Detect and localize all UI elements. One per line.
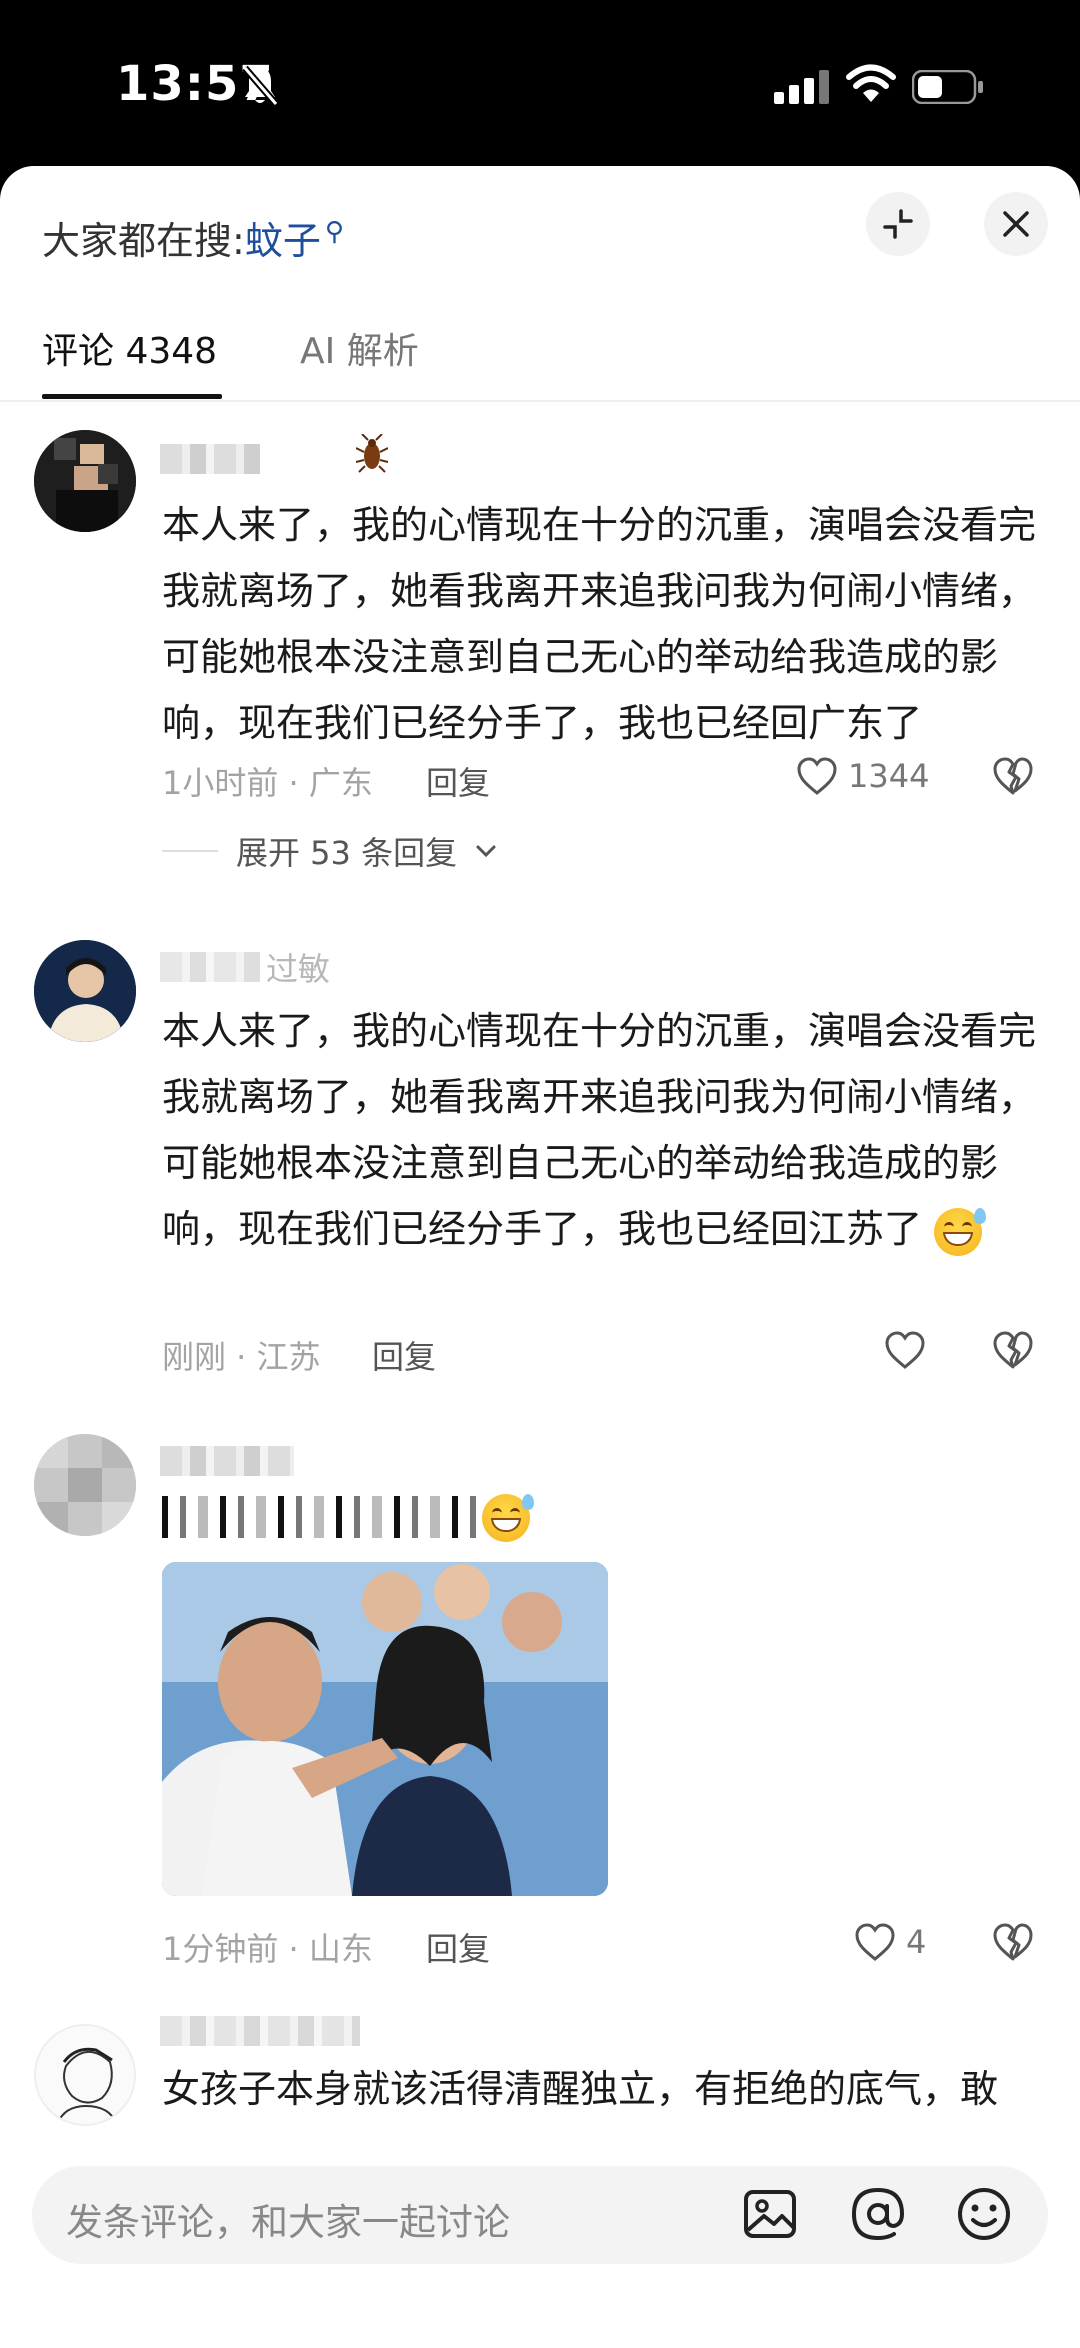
trending-search[interactable]: 大家都在搜:蚊子 ⚲	[42, 210, 344, 265]
comment-text: 本人来了，我的心情现在十分的沉重，演唱会没看完我就离场了，她看我离开来追我问我为…	[162, 998, 1042, 1262]
tab-divider	[0, 400, 1080, 402]
smiley-icon	[958, 2188, 1010, 2240]
image-icon	[744, 2190, 796, 2238]
reply-button[interactable]: 回复	[426, 758, 490, 804]
like-button[interactable]: 1344	[796, 756, 929, 796]
search-icon: ⚲	[324, 217, 344, 247]
expand-replies-label: 展开 53 条回复	[236, 834, 458, 872]
comment-input-placeholder: 发条评论，和大家一起讨论	[66, 2201, 510, 2244]
bell-muted-icon	[240, 64, 280, 112]
comment-text: 本人来了，我的心情现在十分的沉重，演唱会没看完我就离场了，她看我离开来追我问我为…	[162, 503, 1037, 745]
grinning-sweat-emoji-icon	[482, 1494, 534, 1542]
grinning-sweat-emoji-icon	[934, 1207, 987, 1256]
cellular-signal-icon	[774, 70, 830, 108]
comment-meta: 1小时前 · 广东	[162, 764, 373, 802]
dislike-button[interactable]	[992, 756, 1034, 800]
heart-icon	[797, 757, 837, 795]
username-blurred	[160, 1446, 294, 1476]
comment-text-content: 本人来了，我的心情现在十分的沉重，演唱会没看完我就离场了，她看我离开来追我问我为…	[162, 1009, 1037, 1251]
at-mention-icon	[851, 2187, 905, 2241]
broken-heart-icon	[993, 1331, 1033, 1369]
reply-button[interactable]: 回复	[372, 1332, 436, 1378]
like-button[interactable]	[884, 1330, 936, 1370]
emoji-picker-button[interactable]	[954, 2184, 1014, 2248]
heart-icon	[885, 1331, 925, 1369]
trending-search-keyword[interactable]: 蚊子	[245, 219, 321, 263]
image-picker-button[interactable]	[740, 2184, 800, 2248]
tab-ai-analysis[interactable]: AI 解析	[300, 322, 419, 374]
wifi-icon	[846, 64, 896, 108]
chevron-down-icon	[476, 845, 496, 858]
collapse-icon	[883, 209, 913, 239]
status-bar: 13:57	[0, 0, 1080, 168]
like-button[interactable]: 4	[854, 1922, 926, 1962]
close-button[interactable]	[984, 192, 1048, 256]
avatar[interactable]	[34, 1434, 136, 1536]
like-count: 4	[906, 1923, 927, 1961]
comment-username: 过敏	[266, 950, 331, 988]
battery-icon	[911, 69, 984, 108]
comment-meta: 刚刚 · 江苏	[162, 1338, 321, 1376]
reply-button[interactable]: 回复	[426, 1924, 490, 1970]
tab-comments[interactable]: 评论 4348	[42, 322, 217, 374]
comment-text: 女孩子本身就该活得清醒独立，有拒绝的底气，敢	[162, 2067, 999, 2111]
like-count: 1344	[848, 757, 930, 795]
comment-input[interactable]: 发条评论，和大家一起讨论	[32, 2166, 1048, 2264]
comments-sheet: 大家都在搜:蚊子 ⚲ 评论 4348 AI 解析 本人来了，我的心情现在十分的沉…	[0, 166, 1080, 2348]
comment-photo[interactable]	[162, 1562, 608, 1896]
trending-search-prefix: 大家都在搜:	[42, 219, 245, 263]
avatar[interactable]	[34, 2024, 136, 2126]
dislike-button[interactable]	[992, 1330, 1034, 1374]
comment-text-blurred	[162, 1496, 482, 1538]
mention-button[interactable]	[848, 2184, 908, 2248]
username-blurred	[160, 444, 260, 474]
broken-heart-icon	[993, 757, 1033, 795]
divider-line	[162, 850, 218, 852]
comment-meta: 1分钟前 · 山东	[162, 1930, 373, 1968]
close-icon	[1003, 211, 1029, 237]
avatar[interactable]	[34, 430, 136, 532]
avatar[interactable]	[34, 940, 136, 1042]
expand-replies-button[interactable]: 展开 53 条回复	[162, 828, 497, 874]
cockroach-badge-icon	[355, 433, 389, 478]
dislike-button[interactable]	[992, 1922, 1034, 1966]
collapse-button[interactable]	[866, 192, 930, 256]
active-tab-indicator	[42, 394, 222, 399]
comment-composer-bar: 发条评论，和大家一起讨论	[0, 2130, 1080, 2348]
broken-heart-icon	[993, 1923, 1033, 1961]
username-blurred	[160, 2016, 360, 2046]
username-blurred	[160, 952, 260, 982]
heart-icon	[855, 1923, 895, 1961]
